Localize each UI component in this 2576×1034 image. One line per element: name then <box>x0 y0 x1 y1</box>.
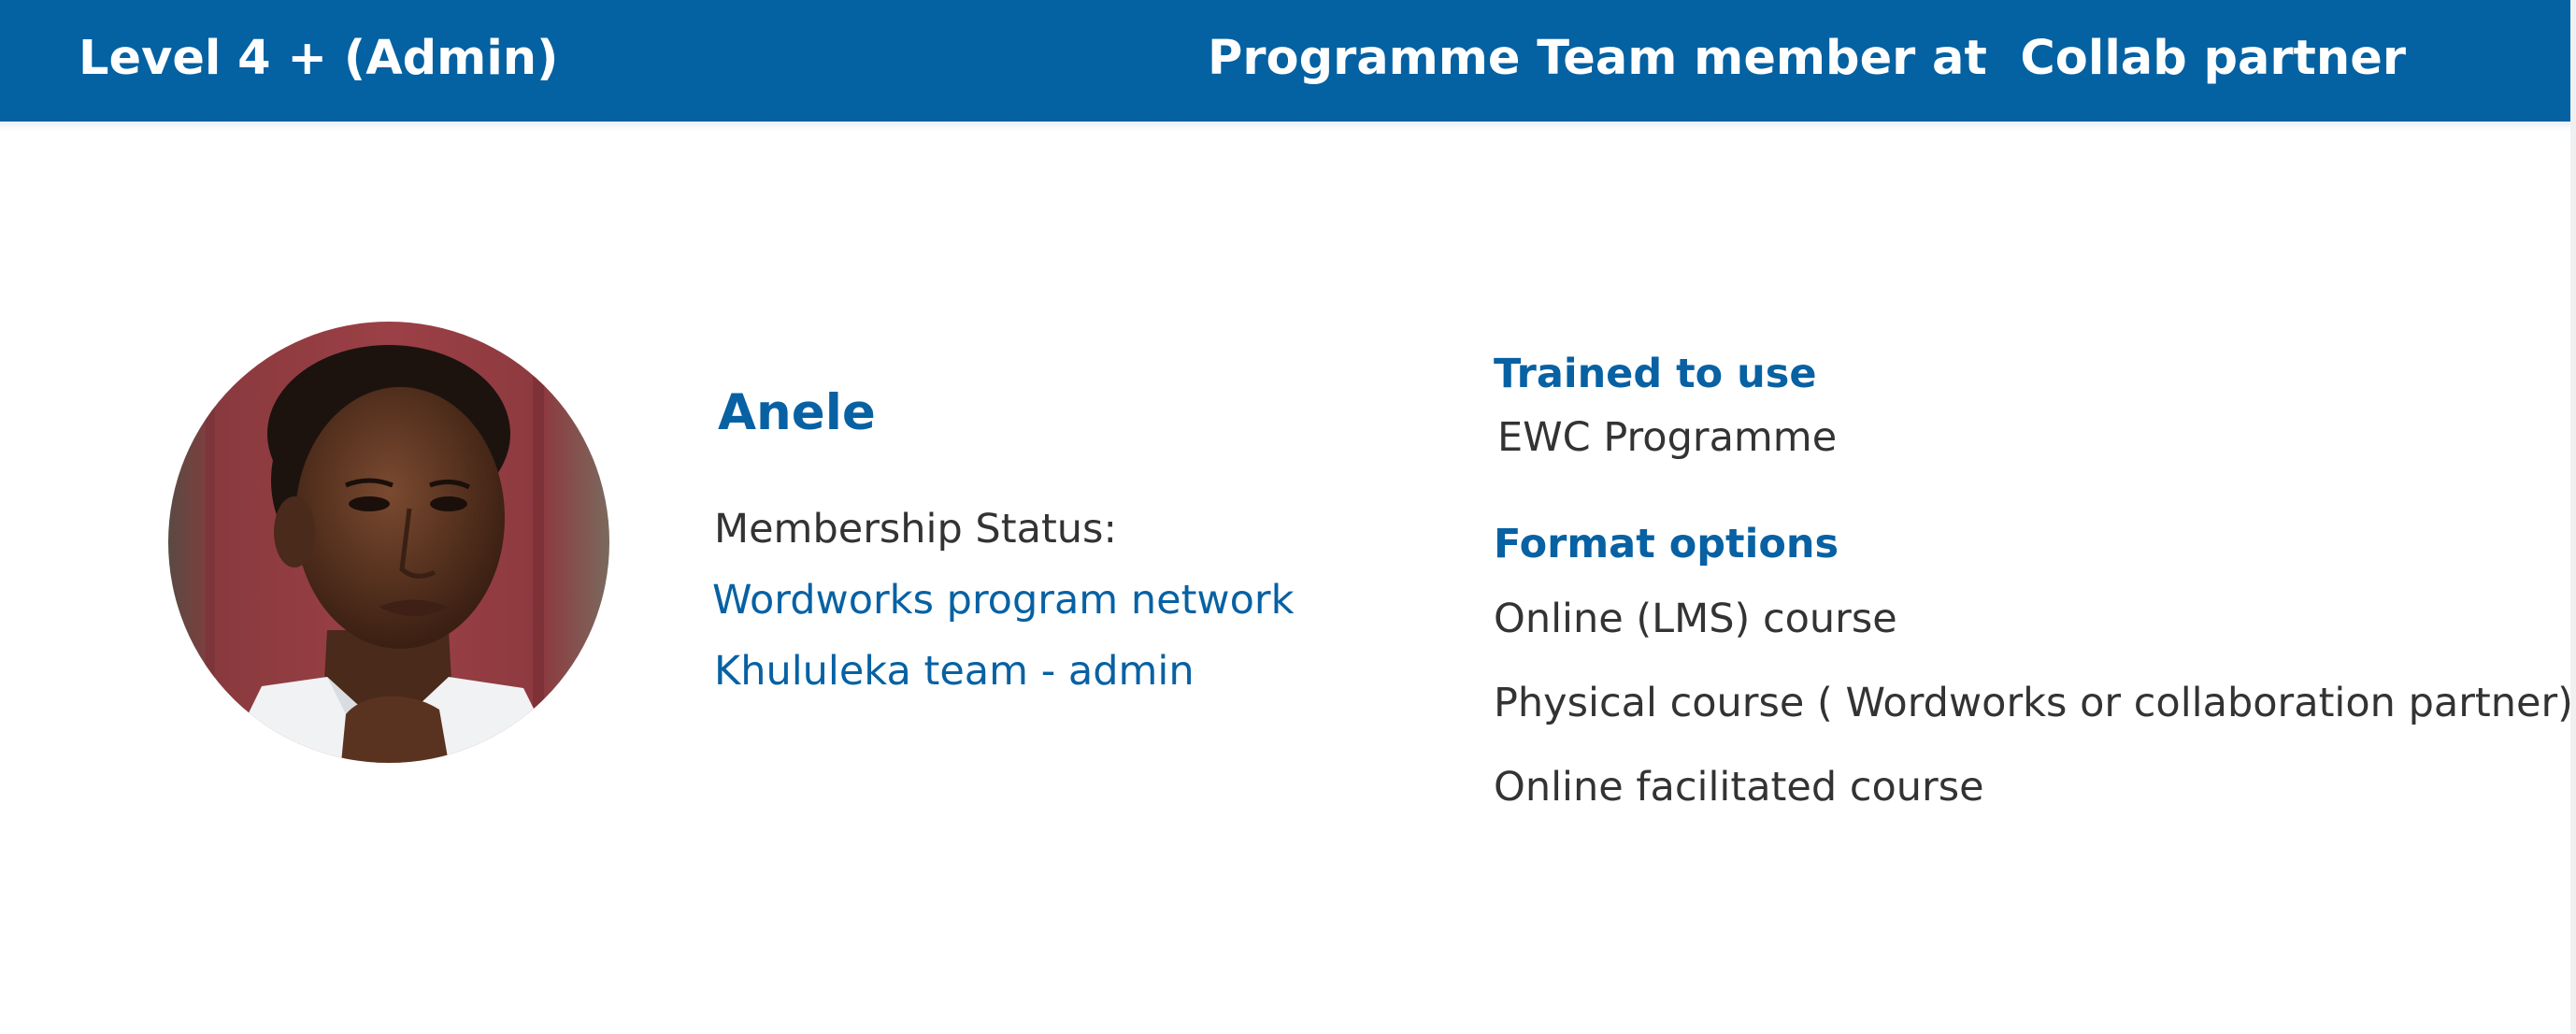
format-option: Online facilitated course <box>1494 764 1984 811</box>
profile-photo <box>168 322 609 763</box>
membership-link-khululeka[interactable]: Khululeka team - admin <box>714 645 1195 697</box>
level-title: Level 4 + (Admin) <box>79 31 559 86</box>
avatar <box>168 322 609 763</box>
membership-link-wordworks[interactable]: Wordworks program network <box>712 574 1295 626</box>
format-option: Physical course ( Wordworks or collabora… <box>1494 680 2573 726</box>
trained-value: EWC Programme <box>1497 414 1838 461</box>
role-title: Programme Team member at Collab partner <box>1208 31 2406 86</box>
page-edge <box>2570 0 2576 1034</box>
format-heading: Format options <box>1494 521 1839 567</box>
member-name: Anele <box>718 384 876 441</box>
membership-status-label: Membership Status: <box>714 506 1117 553</box>
format-option: Online (LMS) course <box>1494 596 1897 642</box>
header-divider <box>0 122 2570 131</box>
header-bar: Level 4 + (Admin) Programme Team member … <box>0 0 2570 122</box>
trained-heading: Trained to use <box>1494 351 1817 397</box>
profile-page: Level 4 + (Admin) Programme Team member … <box>0 0 2576 1034</box>
